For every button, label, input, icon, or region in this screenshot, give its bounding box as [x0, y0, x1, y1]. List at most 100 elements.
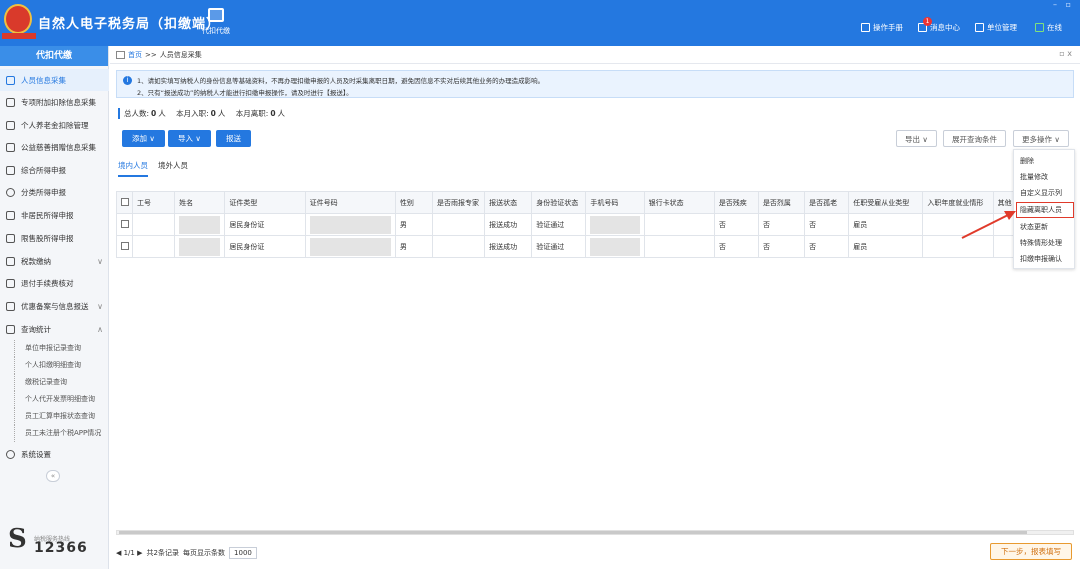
window-controls[interactable]: – ▫: [1053, 0, 1074, 9]
header-select-all[interactable]: [115, 191, 134, 214]
sidebar-item-tax-payment[interactable]: 税款缴纳 ∨: [0, 250, 109, 272]
online-label: 在线: [1047, 23, 1062, 32]
left-unit: 人: [277, 109, 286, 118]
sidebar-item-personnel-info[interactable]: 人员信息采集: [0, 69, 109, 91]
column-header[interactable]: 工号: [132, 191, 176, 214]
sidebar-item-refund-fee[interactable]: 退付手续费核对: [0, 272, 109, 294]
sidebar-item-pension[interactable]: 个人养老金扣除管理: [0, 114, 109, 136]
column-header[interactable]: 姓名: [174, 191, 226, 214]
sidebar-subitem-app-unregistered[interactable]: 员工未注册个税APP情况: [14, 425, 109, 442]
column-header[interactable]: 证件类型: [224, 191, 306, 214]
sidebar-item-settings[interactable]: 系统设置: [0, 443, 109, 465]
column-header[interactable]: 是否残疾: [713, 191, 759, 214]
sidebar-item-label: 系统设置: [21, 449, 51, 459]
menu-item-special-case[interactable]: 特殊情形处理: [1014, 236, 1074, 250]
sidebar-subitem-invoice-details[interactable]: 个人代开发票明细查询: [14, 391, 109, 408]
tab-domestic[interactable]: 境内人员: [118, 160, 148, 177]
sidebar-subitem-tax-records[interactable]: 缴税记录查询: [14, 374, 109, 391]
submit-button[interactable]: 报送: [216, 130, 251, 147]
checkbox[interactable]: [121, 219, 129, 228]
breadcrumb-home[interactable]: 首页: [128, 50, 142, 60]
collapse-sidebar-button[interactable]: «: [46, 470, 60, 482]
sidebar-item-label: 综合所得申报: [21, 165, 66, 175]
sidebar-item-classified[interactable]: 分类所得申报: [0, 181, 109, 203]
total-records: 共2条记录: [146, 549, 179, 557]
column-header[interactable]: 是否烈属: [757, 191, 806, 214]
sidebar-subitem-personal-details[interactable]: 个人扣缴明细查询: [14, 357, 109, 374]
menu-item-confirm-declaration[interactable]: 扣缴申报确认: [1014, 252, 1074, 266]
app-header: 自然人电子税务局（扣缴端） 代扣代缴 操作手册 1 消息中心 单位管理 在线 –…: [0, 0, 1080, 46]
total-unit: 人: [158, 109, 166, 118]
next-step-button[interactable]: 下一步，报表填写: [990, 543, 1072, 560]
hotline-logo-icon: S: [8, 524, 27, 554]
import-button[interactable]: 导入 ∨: [168, 130, 211, 147]
cell-expert: [431, 213, 486, 236]
new-value: 0: [210, 109, 216, 118]
cell-employee-id: [132, 235, 176, 258]
checkbox[interactable]: [121, 241, 129, 250]
sidebar-subitem-unit-records[interactable]: 单位申报记录查询: [14, 340, 109, 357]
manual-label: 操作手册: [873, 23, 903, 32]
per-page-label: 每页显示条数: [182, 549, 225, 557]
per-page-input[interactable]: 1000: [228, 547, 257, 559]
scrollbar-thumb[interactable]: [119, 531, 1027, 534]
sidebar-item-charity[interactable]: 公益慈善捐赠信息采集: [0, 136, 109, 158]
sidebar-item-special-deduction[interactable]: 专项附加扣除信息采集: [0, 91, 109, 113]
menu-item-status-update[interactable]: 状态更新: [1014, 220, 1074, 234]
sidebar-item-comprehensive[interactable]: 综合所得申报: [0, 159, 109, 181]
column-header[interactable]: 入职年度就业情形: [922, 191, 994, 214]
column-header[interactable]: 是否雨报专家: [431, 191, 486, 214]
menu-item-custom-columns[interactable]: 自定义显示列: [1014, 186, 1074, 200]
column-header[interactable]: 证件号码: [304, 191, 396, 214]
horizontal-scrollbar[interactable]: [116, 530, 1074, 535]
more-operations-menu: 删除 批量修改 自定义显示列 隐藏离职人员 状态更新 特殊情形处理 扣缴申报确认: [1013, 149, 1075, 269]
column-header[interactable]: 报送状态: [484, 191, 533, 214]
notice-box: i 1、请如实填写纳税人的身份信息等基础资料，不再办理扣缴申报的人员及时采集离职…: [116, 70, 1074, 98]
menu-item-batch-edit[interactable]: 批量修改: [1014, 170, 1074, 184]
more-operations-button[interactable]: 更多操作 ∨: [1013, 130, 1069, 147]
column-header[interactable]: 性别: [394, 191, 433, 214]
cell-employment-situation: [922, 235, 994, 258]
module-withholding[interactable]: 代扣代缴: [196, 8, 236, 36]
manual-link[interactable]: 操作手册: [861, 22, 903, 33]
column-header[interactable]: 手机号码: [585, 191, 645, 214]
checkbox[interactable]: [121, 197, 129, 206]
receipt-icon: [6, 278, 15, 288]
row-select[interactable]: [115, 213, 134, 236]
export-button[interactable]: 导出 ∨: [896, 130, 937, 147]
gear-icon: [6, 449, 15, 459]
personnel-tabs: 境内人员 境外人员: [118, 160, 188, 177]
emblem-banner: [2, 33, 36, 39]
tab-overseas[interactable]: 境外人员: [158, 160, 188, 177]
sidebar-item-preferential[interactable]: 优惠备案与信息报送 ∨: [0, 295, 109, 317]
layers-icon: [6, 165, 15, 175]
person-icon: [6, 75, 15, 85]
message-label: 消息中心: [930, 23, 960, 32]
menu-item-delete[interactable]: 删除: [1014, 154, 1074, 168]
sidebar-item-label: 查询统计: [21, 324, 51, 334]
column-header[interactable]: 身份验证状态: [531, 191, 587, 214]
menu-item-hide-departed[interactable]: 隐藏离职人员: [1016, 202, 1074, 218]
column-header[interactable]: 银行卡状态: [643, 191, 715, 214]
tab-close-controls[interactable]: ▫ x: [1059, 49, 1072, 58]
table-row[interactable]: 居民身份证 男 报送成功 验证通过 否 否 否 雇员: [115, 213, 1075, 236]
cell-submit-status: 报送成功: [484, 235, 533, 258]
cell-id-number: [304, 213, 396, 236]
cell-employment-type: 雇员: [848, 213, 924, 236]
sidebar-item-nonresident[interactable]: 非居民所得申报: [0, 204, 109, 226]
add-button[interactable]: 添加 ∨: [122, 130, 165, 147]
online-status-link[interactable]: 在线: [1035, 22, 1062, 33]
column-header[interactable]: 任职受雇从业类型: [848, 191, 924, 214]
sidebar-subitem-settlement-status[interactable]: 员工汇算申报状态查询: [14, 408, 109, 425]
column-header[interactable]: 是否孤老: [804, 191, 850, 214]
table-row[interactable]: 居民身份证 男 报送成功 验证通过 否 否 否 雇员: [115, 235, 1075, 258]
row-select[interactable]: [115, 235, 134, 258]
message-center-link[interactable]: 1 消息中心: [918, 17, 960, 33]
expand-query-button[interactable]: 展开查询条件: [943, 130, 1006, 147]
page-nav[interactable]: ◀ 1/1 ▶: [116, 549, 142, 557]
sidebar-item-restricted-shares[interactable]: 限售股所得申报: [0, 227, 109, 249]
sidebar-item-query-stats[interactable]: 查询统计 ∧: [0, 318, 109, 340]
user-icon: [6, 210, 15, 220]
unit-manage-link[interactable]: 单位管理: [975, 22, 1017, 33]
sidebar-item-label: 税款缴纳: [21, 256, 51, 266]
